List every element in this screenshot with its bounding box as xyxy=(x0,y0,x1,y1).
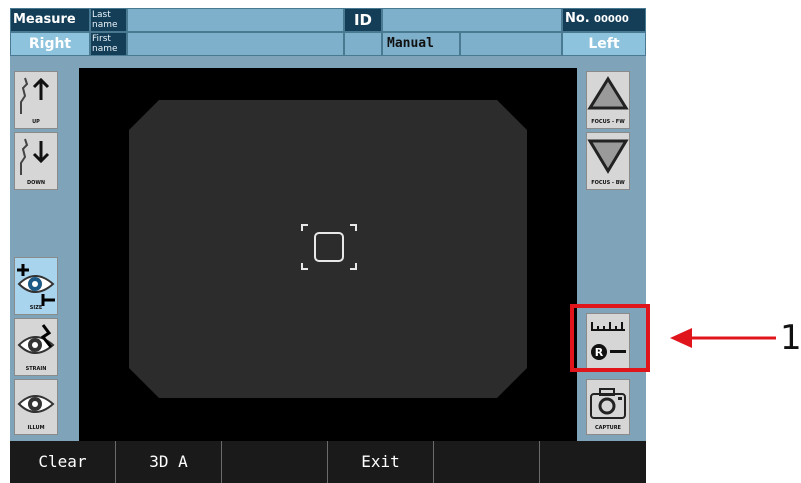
eye-illum-icon xyxy=(17,395,55,413)
focus-backward-button[interactable]: FOCUS - BW xyxy=(586,132,630,190)
3d-a-button[interactable]: 3D A xyxy=(116,441,222,483)
empty-button-2[interactable] xyxy=(434,441,540,483)
exit-button[interactable]: Exit xyxy=(328,441,434,483)
chin-up-icon xyxy=(20,77,50,114)
bottom-toolbar: Clear 3D A Exit xyxy=(10,441,646,483)
patient-number: No. 00000 xyxy=(562,8,646,32)
eye-size-icon xyxy=(17,264,55,306)
last-name-label-cell: Last name xyxy=(90,8,127,32)
highlight-box xyxy=(570,304,650,372)
camera-icon xyxy=(590,388,626,419)
annotation-number: 1 xyxy=(780,318,801,358)
focus-backward-icon xyxy=(587,139,629,174)
annotation-arrow xyxy=(670,328,776,348)
eye-size-button[interactable]: SIZE xyxy=(14,257,58,315)
eye-left-indicator[interactable]: Left xyxy=(562,32,646,56)
header-row-1: Measure Last name ID No. 00000 xyxy=(10,8,646,32)
eye-strain-button[interactable]: STRAIN xyxy=(14,318,58,376)
chin-up-button[interactable]: UP xyxy=(14,71,58,129)
last-name-field[interactable] xyxy=(127,8,344,32)
eye-right-indicator[interactable]: Right xyxy=(10,32,90,56)
empty-button-3[interactable] xyxy=(540,441,646,483)
header-spacer-2 xyxy=(460,32,562,56)
empty-button-1[interactable] xyxy=(222,441,328,483)
focus-target-icon xyxy=(301,224,357,270)
focus-forward-button[interactable]: FOCUS - FW xyxy=(586,71,630,129)
header-row-2: Right First name Manual Left xyxy=(10,32,646,56)
patient-number-value: 00000 xyxy=(594,14,629,25)
capture-mode[interactable]: Manual xyxy=(382,32,460,56)
mode-label: Measure xyxy=(10,8,90,32)
first-name-label: First name xyxy=(92,34,118,54)
eye-illum-button[interactable]: ILLUM xyxy=(14,379,58,435)
focus-forward-icon xyxy=(587,76,629,110)
id-label: ID xyxy=(344,8,382,32)
header-spacer xyxy=(344,32,382,56)
eye-strain-icon xyxy=(17,324,55,354)
capture-button[interactable]: CAPTURE xyxy=(586,379,630,435)
clear-button[interactable]: Clear xyxy=(10,441,116,483)
device-screen: Measure Last name ID No. 00000 Right Fir… xyxy=(10,8,646,483)
id-field[interactable] xyxy=(382,8,562,32)
chin-down-icon xyxy=(20,138,50,175)
chin-down-button[interactable]: DOWN xyxy=(14,132,58,190)
first-name-field[interactable] xyxy=(127,32,344,56)
first-name-label-cell: First name xyxy=(90,32,127,56)
last-name-label: Last name xyxy=(92,10,118,30)
camera-view xyxy=(79,68,577,442)
